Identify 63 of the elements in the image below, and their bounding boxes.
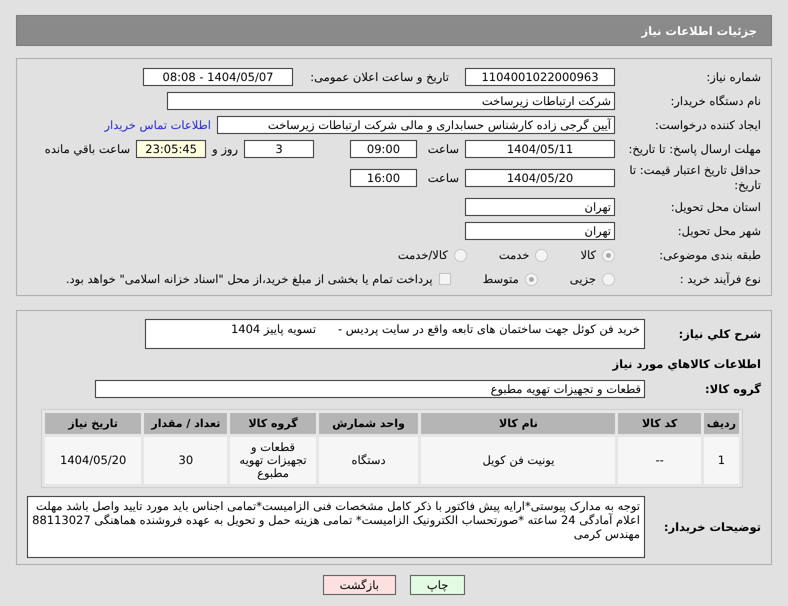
text-field[interactable]: 1104001022000963	[465, 68, 615, 86]
column-header: گروه کالا	[230, 413, 316, 434]
text-field[interactable]: 1404/05/07 - 08:08	[143, 68, 293, 86]
field-label: طبقه بندی موضوعی:	[658, 248, 761, 262]
checkbox-label: پرداخت تمام یا بخشی از مبلغ خرید،از محل "اسناد خزانه اسلامی" خواهد بود.	[66, 272, 433, 286]
date-field[interactable]: 1404/05/20	[465, 169, 615, 187]
field-label: نام دستگاه خریدار:	[669, 94, 761, 108]
text-field[interactable]: قطعات و تجهیزات تهویه مطبوع	[95, 380, 645, 398]
table-cell: یونیت فن کویل	[421, 437, 616, 484]
table-cell: قطعات و تجهیزات تهویه مطبوع	[230, 437, 316, 484]
field-label: شماره نیاز:	[705, 70, 761, 84]
table-cell: 30	[144, 437, 228, 484]
field-label: مهلت ارسال پاسخ: تا تاریخ:	[627, 142, 761, 156]
remaining-time-field: 23:05:45	[136, 140, 206, 158]
checkbox[interactable]	[438, 273, 451, 285]
table-cell: دستگاه	[318, 437, 418, 484]
field-label: شرح کلي نياز:	[678, 326, 761, 342]
radio-label: کالا	[580, 248, 596, 262]
column-header: تاریخ نیاز	[45, 413, 142, 434]
column-header: کد کالا	[618, 413, 701, 434]
time-label: ساعت	[426, 171, 459, 185]
buyer-contact-link[interactable]: اطلاعات تماس خریدار	[104, 118, 211, 132]
print-button[interactable]: چاپ	[410, 575, 466, 595]
text-field[interactable]: آیین گرجی زاده کارشناس حسابداری و مالی شرکت ارتباطات زیرساخت	[217, 116, 615, 134]
days-field[interactable]: 3	[244, 140, 314, 158]
field-label: استان محل تحویل:	[670, 200, 761, 214]
text-field[interactable]: شرکت ارتباطات زیرساخت	[167, 92, 615, 110]
text-field[interactable]: تهران	[465, 198, 615, 216]
radio-button[interactable]	[535, 248, 548, 262]
field-label: شهر محل تحویل:	[676, 224, 761, 238]
back-button[interactable]: بازگشت	[322, 575, 396, 595]
days-label: روز و	[212, 142, 238, 156]
description-textarea[interactable]: خرید فن کوئل جهت ساختمان های تابعه واقع در سایت پردیس - تسویه پاییز 1404	[145, 319, 645, 349]
column-header: ردیف	[704, 413, 739, 434]
radio-label: جزیی	[570, 272, 596, 286]
radio-button[interactable]	[454, 248, 467, 262]
radio-button[interactable]	[602, 272, 615, 286]
radio-button[interactable]	[602, 248, 615, 262]
field-label: گروه کالا:	[704, 382, 761, 396]
field-label: حداقل تاریخ اعتبار قیمت: تا تاریخ:	[628, 163, 761, 193]
section-heading: اطلاعات کالاهاي مورد نياز	[611, 357, 761, 371]
table-cell: --	[618, 437, 701, 484]
column-header: نام کالا	[421, 413, 616, 434]
remaining-label: ساعت باقي مانده	[44, 142, 130, 156]
field-label: نوع فرآیند خرید :	[678, 272, 761, 286]
radio-button[interactable]	[524, 272, 538, 286]
page-header: جزئیات اطلاعات نیاز	[16, 15, 772, 46]
radio-label: کالا/خدمت	[398, 248, 448, 262]
time-label: ساعت	[426, 142, 459, 156]
date-field[interactable]: 1404/05/11	[465, 140, 615, 158]
time-field[interactable]: 16:00	[350, 169, 417, 187]
radio-label: متوسط	[482, 272, 519, 286]
field-label: تاریخ و ساعت اعلان عمومی:	[309, 70, 449, 84]
field-label: ایجاد کننده درخواست:	[654, 118, 761, 132]
table-cell: 1	[704, 437, 739, 484]
radio-label: خدمت	[498, 248, 530, 262]
field-label: توضیحات خریدار:	[662, 520, 761, 534]
column-header: واحد شمارش	[318, 413, 418, 434]
text-field[interactable]: تهران	[465, 222, 615, 240]
notes-textarea[interactable]: توجه به مدارک پیوستی*ارایه پیش فاکتور با ذکر کامل مشخصات فنی الزامیست*تمامی اجناس باید مورد تایید واصل باشد مهلت اعلام آمادگی 24 ساعته *صورتحساب الکترونیک الزامیست* تمامی هزینه حمل و تحویل به عهده فروشنده هماهنگی 88113027 مهندس کرمی	[27, 496, 645, 558]
column-header: تعداد / مقدار	[144, 413, 228, 434]
time-field[interactable]: 09:00	[350, 140, 417, 158]
table-cell: 1404/05/20	[45, 437, 142, 484]
